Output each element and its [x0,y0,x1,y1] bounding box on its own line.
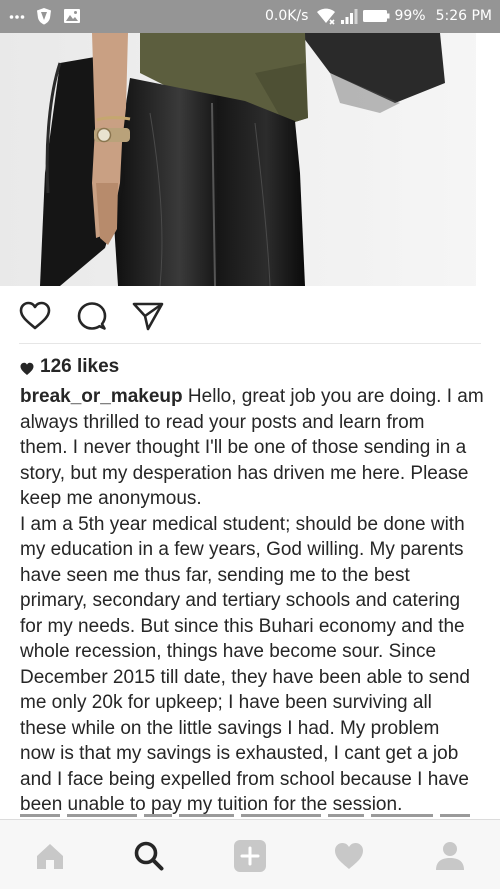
caption-line: now is that my savings is exhausted, I c… [20,743,459,764]
battery-icon [362,6,390,26]
caption-line: for my needs. But since this Buhari econ… [20,615,465,637]
activity-heart-icon[interactable] [332,839,366,873]
heart-icon[interactable] [18,300,52,332]
comment-icon[interactable] [76,300,108,332]
caption-line: my education in a few years, God willing… [20,539,464,560]
likes-count[interactable]: 126 likes [20,356,119,378]
small-heart-icon [20,360,34,375]
image-icon [63,6,81,26]
caption-line: them. I never thought I'll be one of tho… [20,437,467,458]
caption-line: story, but my desperation has driven me … [20,462,469,484]
caption-line: me only 20k for upkeep; I have been surv… [20,692,432,713]
caption-line: have seen me thus far, sending me to the… [20,564,410,586]
home-icon[interactable] [33,839,67,873]
add-post-icon[interactable] [233,839,267,873]
more-dots-icon [9,6,25,26]
search-icon[interactable] [132,839,166,873]
wifi-icon [316,6,336,26]
signal-icon [340,6,358,26]
caption-line: primary, secondary and tertiary schools … [20,590,461,611]
post-photo[interactable] [0,33,500,286]
caption-line: these while on the little savings I had.… [20,717,440,739]
caption-line: and I face being expelled from school be… [20,768,469,790]
caption-line: I am a 5th year medical student; should … [20,513,465,535]
caption-line: always thrilled to read your posts and l… [20,411,425,433]
profile-icon[interactable] [433,839,467,873]
shield-icon [35,6,53,26]
leather-skirt-photo [0,33,500,286]
caption-line: December 2015 till date, they have been … [20,666,470,688]
share-icon[interactable] [131,300,165,332]
bottom-nav [0,819,500,889]
caption-line: whole recession, things have become sour… [20,641,437,662]
caption-line: break_or_makeup Hello, great job you are… [20,386,484,407]
divider [19,343,481,344]
likes-text: 126 likes [40,356,120,377]
clock: 5:26 PM [435,8,492,24]
network-speed: 0.0K/s [264,8,309,24]
post-caption: break_or_makeup Hello, great job you are… [20,384,486,818]
caption-line: keep me anonymous. [20,488,202,509]
post-actions [0,286,500,344]
battery-percent: 99% [394,8,426,24]
username-link[interactable]: break_or_makeup [20,386,183,407]
status-bar: 0.0K/s 99% 5:26 PM [0,0,500,33]
